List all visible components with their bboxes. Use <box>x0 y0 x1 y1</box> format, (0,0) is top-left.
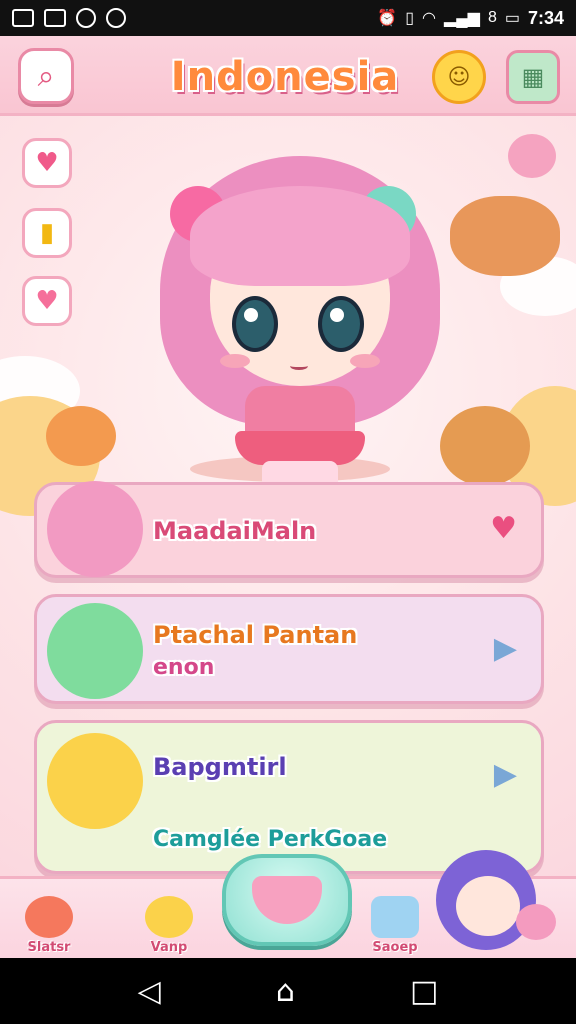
character-bangs <box>190 186 410 286</box>
play-arrow-icon[interactable]: ▶ <box>494 757 517 792</box>
mascot-button[interactable]: ☺ <box>432 50 486 104</box>
nav-item-slatsr[interactable]: Slatsr <box>12 885 86 955</box>
blush <box>220 354 250 368</box>
character-mouth <box>290 362 308 370</box>
heart-icon: ♥ <box>35 148 59 178</box>
card-label: MaadaiMaln <box>153 517 317 545</box>
card-sublabel: enon <box>153 655 215 680</box>
main-character[interactable] <box>150 126 450 496</box>
right-eye <box>318 296 364 352</box>
nav-label: Slatsr <box>27 940 71 955</box>
sun-icon <box>145 896 193 938</box>
character-stage: ♥ ▮ ♥ MaadaiMaln ♥ Ptachal Pantan enon ▶… <box>0 116 576 876</box>
card-label: Ptachal Pantan <box>153 621 358 649</box>
left-eye <box>232 296 278 352</box>
card-icon: ▮ <box>39 218 55 248</box>
home-icon[interactable]: ⌂ <box>276 974 295 1009</box>
system-nav-bar: ◁ ⌂ □ <box>0 958 576 1024</box>
cookie-creature <box>440 406 530 486</box>
heart-decoration <box>508 134 556 178</box>
side-button-gem[interactable]: ♥ <box>22 276 72 326</box>
mascot-icon: ☺ <box>447 64 471 90</box>
signal-icon: ▂▄▆ <box>443 10 480 27</box>
blush <box>350 354 380 368</box>
gallery-icon <box>12 9 34 27</box>
side-button-heart[interactable]: ♥ <box>22 138 72 188</box>
gem-heart-icon: ♥ <box>35 286 59 316</box>
character-card-1[interactable]: MaadaiMaln ♥ <box>34 481 544 578</box>
companion-face <box>456 876 520 936</box>
companion-flower <box>516 904 556 940</box>
nav-item-saoep[interactable]: Saoep <box>358 885 432 955</box>
card-label: Bapgmtirl <box>153 753 287 781</box>
clock: 7:34 <box>527 7 564 28</box>
back-icon[interactable]: ◁ <box>138 974 161 1009</box>
search-icon: ⌕ <box>37 58 55 94</box>
map-icon: ▦ <box>521 63 545 91</box>
companion-character[interactable] <box>426 840 566 960</box>
heart-icon[interactable]: ♥ <box>490 511 517 546</box>
map-button[interactable]: ▦ <box>506 50 560 104</box>
nav-label: Saoep <box>372 940 418 955</box>
wifi-icon: ◠ <box>422 10 436 27</box>
side-button-card[interactable]: ▮ <box>22 208 72 258</box>
alarm-icon: ⏰ <box>377 10 398 27</box>
bowl-icon <box>252 876 322 924</box>
timer-icon <box>106 8 126 28</box>
recents-icon[interactable]: □ <box>410 974 438 1009</box>
play-arrow-icon[interactable]: ▶ <box>494 631 517 666</box>
nav-label: Vanp <box>150 940 188 955</box>
header-bar: ⌕ Indonesia ☺ ▦ <box>0 36 576 116</box>
avatar <box>47 603 143 699</box>
battery-icon: ▭ <box>504 10 520 27</box>
avatar <box>47 733 143 829</box>
card-sublabel: Camglée PerkGoae <box>153 827 388 852</box>
status-bar: ⏰ ▯ ◠ ▂▄▆ 8 ▭ 7:34 <box>0 0 576 36</box>
vibrate-icon: ▯ <box>405 10 415 27</box>
character-skirt <box>235 431 365 465</box>
avatar <box>47 481 143 577</box>
character-card-2[interactable]: Ptachal Pantan enon ▶ <box>34 594 544 704</box>
nav-item-vanp[interactable]: Vanp <box>132 885 206 955</box>
page-title: Indonesia <box>170 54 400 100</box>
fruit-icon <box>25 896 73 938</box>
settings-icon <box>76 8 96 28</box>
battery-level: 8 <box>487 9 497 26</box>
sun-creature <box>46 406 116 466</box>
cookie-creature <box>450 196 560 276</box>
robot-icon <box>371 896 419 938</box>
search-button[interactable]: ⌕ <box>18 48 74 104</box>
feed-button[interactable] <box>222 854 352 946</box>
notification-icon <box>44 9 66 27</box>
